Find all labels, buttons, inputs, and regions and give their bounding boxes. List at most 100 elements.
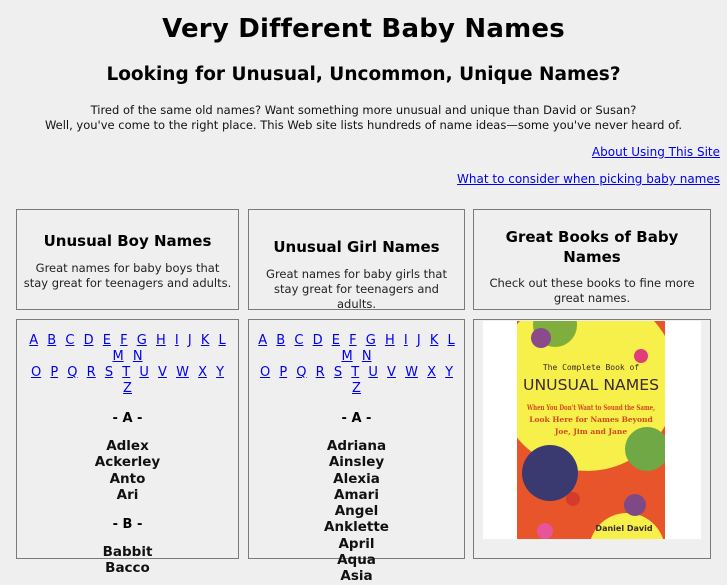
girls-names-box: A B C D E F G H I J K L M N O P Q R S T … xyxy=(248,319,465,584)
alphabet-row-2: O P Q R S T U V W X Y Z xyxy=(21,365,234,397)
alphabet-link-a[interactable]: A xyxy=(258,333,267,348)
alphabet-link-x[interactable]: X xyxy=(198,365,207,380)
alphabet-link-c[interactable]: C xyxy=(294,333,303,348)
alphabet-link-t[interactable]: T xyxy=(351,365,359,380)
alphabet-link-k[interactable]: K xyxy=(430,333,439,348)
name-item: April xyxy=(338,535,375,552)
alphabet-link-o[interactable]: O xyxy=(31,365,41,380)
books-heading: Great Books of Baby Names xyxy=(505,228,679,266)
cover-red-dot xyxy=(566,492,580,506)
cover-tagline-3: Joe, Jim and Jane xyxy=(554,427,628,436)
alphabet-link-n[interactable]: N xyxy=(362,349,372,364)
alphabet-link-l[interactable]: L xyxy=(219,333,226,348)
alphabet-link-i[interactable]: I xyxy=(404,333,408,348)
intro-text: Tired of the same old names? Want someth… xyxy=(0,103,727,133)
alphabet-link-p[interactable]: P xyxy=(279,365,287,380)
alphabet-link-m[interactable]: M xyxy=(341,349,352,364)
alphabet-link-d[interactable]: D xyxy=(84,333,94,348)
alphabet-link-f[interactable]: F xyxy=(349,333,356,348)
name-item: Adriana xyxy=(326,438,387,454)
boys-alphabet-nav: A B C D E F G H I J K L M N O P Q R S T … xyxy=(17,333,238,397)
name-item: Ainsley xyxy=(328,454,385,471)
boys-names-box: A B C D E F G H I J K L M N O P Q R S T … xyxy=(16,319,239,576)
alphabet-link-f[interactable]: F xyxy=(120,333,127,348)
alphabet-link-j[interactable]: J xyxy=(188,333,192,348)
alphabet-link-e[interactable]: E xyxy=(103,333,111,348)
alphabet-link-w[interactable]: W xyxy=(405,365,418,380)
cover-navy-circle xyxy=(522,445,578,501)
alphabet-link-u[interactable]: U xyxy=(368,365,378,380)
alphabet-link-k[interactable]: K xyxy=(201,333,210,348)
alphabet-link-q[interactable]: Q xyxy=(296,365,306,380)
page-subtitle: Looking for Unusual, Uncommon, Unique Na… xyxy=(106,64,621,85)
alphabet-link-h[interactable]: H xyxy=(156,333,166,348)
alphabet-link-h[interactable]: H xyxy=(385,333,395,348)
alphabet-row-2: O P Q R S T U V W X Y Z xyxy=(253,365,460,397)
alphabet-link-w[interactable]: W xyxy=(176,365,189,380)
name-item: Asia xyxy=(340,568,373,585)
alphabet-link-l[interactable]: L xyxy=(448,333,455,348)
name-list: Babbit Bacco xyxy=(17,544,238,577)
alphabet-link-u[interactable]: U xyxy=(139,365,149,380)
name-item: Adlex xyxy=(106,438,149,454)
book-cover-image[interactable]: The Complete Book of UNUSUAL NAMES When … xyxy=(517,321,665,539)
alphabet-link-b[interactable]: B xyxy=(47,333,56,348)
alphabet-row-1: A B C D E F G H I J K L M N xyxy=(253,333,460,365)
alphabet-link-s[interactable]: S xyxy=(105,365,113,380)
alphabet-row-1: A B C D E F G H I J K L M N xyxy=(21,333,234,365)
alphabet-link-x[interactable]: X xyxy=(427,365,436,380)
alphabet-link-j[interactable]: J xyxy=(417,333,421,348)
name-item: Anklette xyxy=(324,519,389,536)
books-header-box: Great Books of Baby Names Check out thes… xyxy=(473,209,711,310)
alphabet-link-a[interactable]: A xyxy=(29,333,38,348)
name-item: Alexia xyxy=(333,470,380,487)
alphabet-link-b[interactable]: B xyxy=(276,333,285,348)
name-list: Adlex Ackerley Anto Ari xyxy=(17,438,238,503)
alphabet-link-i[interactable]: I xyxy=(175,333,179,348)
alphabet-link-r[interactable]: R xyxy=(87,365,96,380)
letter-heading: - A - xyxy=(112,411,143,426)
alphabet-link-v[interactable]: V xyxy=(158,365,167,380)
alphabet-link-d[interactable]: D xyxy=(313,333,323,348)
boys-description: Great names for baby boys that stay grea… xyxy=(23,261,232,290)
alphabet-link-e[interactable]: E xyxy=(332,333,340,348)
alphabet-link-p[interactable]: P xyxy=(50,365,58,380)
alphabet-link-z[interactable]: Z xyxy=(123,381,132,396)
cover-title: UNUSUAL NAMES xyxy=(523,376,659,394)
alphabet-link-v[interactable]: V xyxy=(387,365,396,380)
name-item: Angel xyxy=(334,503,379,520)
alphabet-link-t[interactable]: T xyxy=(122,365,130,380)
cover-pink-circle xyxy=(634,349,648,363)
cover-author: Daniel David xyxy=(595,524,652,533)
boys-heading: Unusual Boy Names xyxy=(43,232,212,250)
alphabet-link-o[interactable]: O xyxy=(260,365,270,380)
cover-purple-circle-top xyxy=(531,328,551,348)
alphabet-link-n[interactable]: N xyxy=(133,349,143,364)
cover-pretitle: The Complete Book of xyxy=(543,363,640,372)
cover-pink-dot xyxy=(537,523,553,539)
alphabet-link-g[interactable]: G xyxy=(137,333,147,348)
page-title: Very Different Baby Names xyxy=(162,14,565,44)
books-description: Check out these books to fine more great… xyxy=(489,276,695,305)
consider-link[interactable]: What to consider when picking baby names xyxy=(457,172,720,186)
alphabet-link-y[interactable]: Y xyxy=(445,365,453,380)
alphabet-link-q[interactable]: Q xyxy=(67,365,77,380)
name-item: Ari xyxy=(116,486,139,503)
alphabet-link-m[interactable]: M xyxy=(112,349,123,364)
alphabet-link-r[interactable]: R xyxy=(316,365,325,380)
girls-description: Great names for baby girls that stay gre… xyxy=(266,267,447,311)
alphabet-link-c[interactable]: C xyxy=(65,333,74,348)
name-list: Adriana Ainsley Alexia Amari Angel Anklette Ap… xyxy=(249,438,464,585)
about-link[interactable]: About Using This Site xyxy=(592,145,720,159)
book-image-frame[interactable]: The Complete Book of UNUSUAL NAMES When … xyxy=(483,321,701,539)
name-item: Aqua xyxy=(337,552,376,569)
alphabet-link-z[interactable]: Z xyxy=(352,381,361,396)
name-item: Ackerley xyxy=(94,454,161,471)
alphabet-link-s[interactable]: S xyxy=(334,365,342,380)
girls-header-box: Unusual Girl Names Great names for baby … xyxy=(248,209,465,311)
girls-alphabet-nav: A B C D E F G H I J K L M N O P Q R S T … xyxy=(249,333,464,397)
intro-line-1: Tired of the same old names? Want someth… xyxy=(90,103,637,117)
name-item: Anto xyxy=(109,470,146,487)
alphabet-link-y[interactable]: Y xyxy=(216,365,224,380)
alphabet-link-g[interactable]: G xyxy=(366,333,376,348)
